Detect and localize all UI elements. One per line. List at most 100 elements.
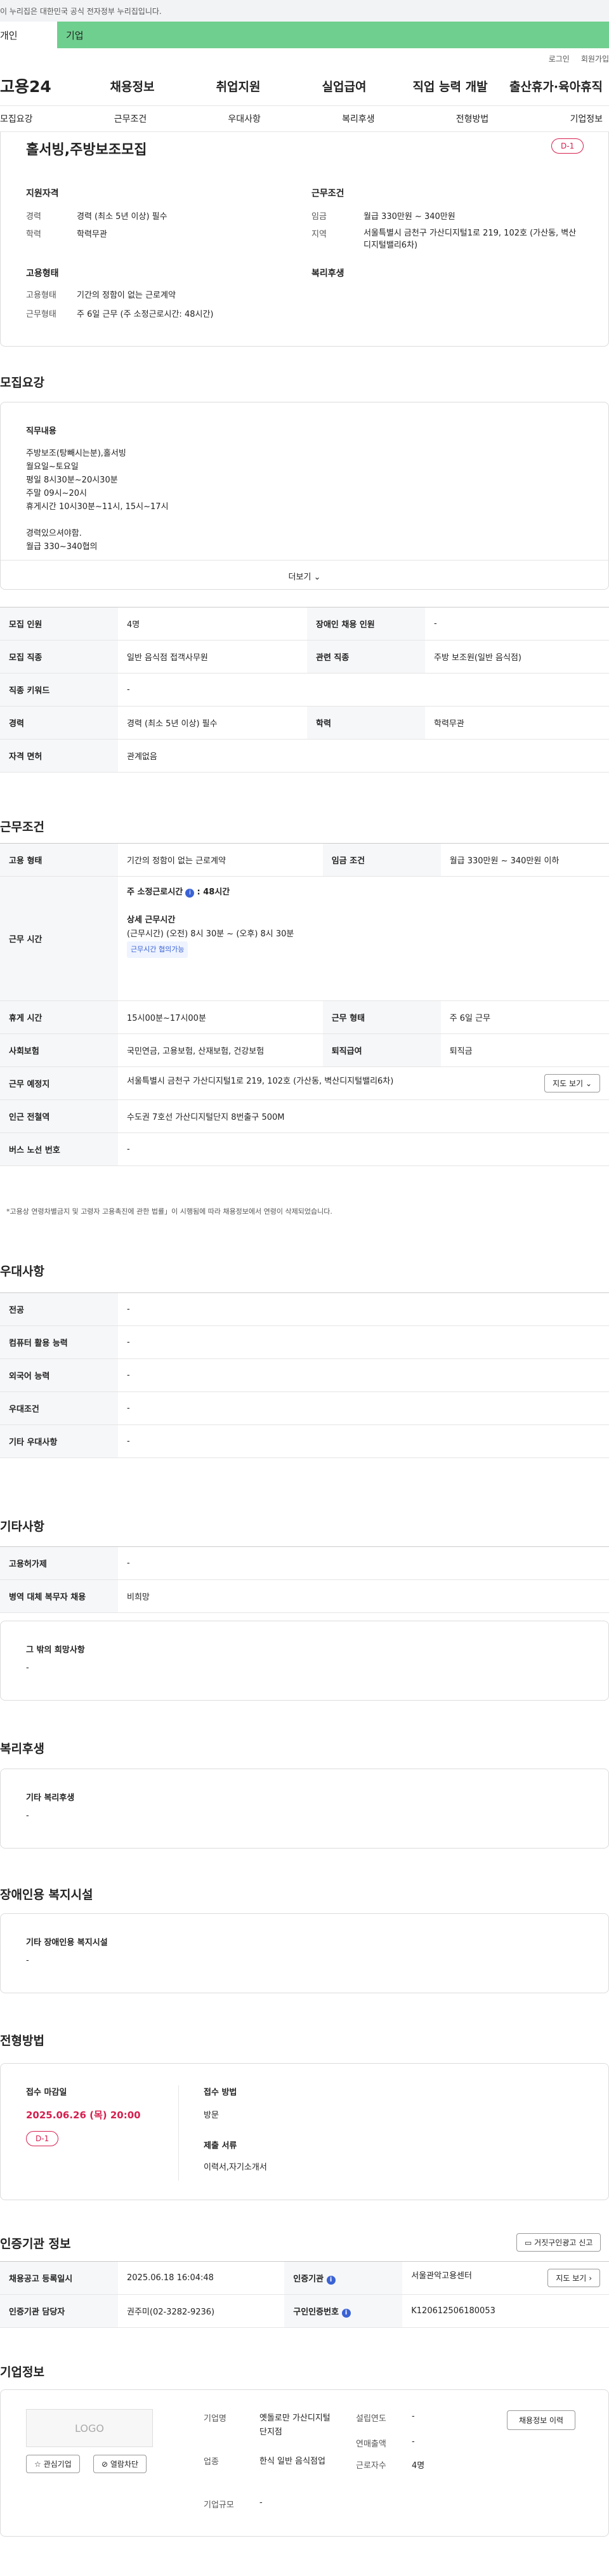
gnb-item-unemployment-benefit[interactable]: 실업급여: [291, 77, 397, 95]
gov-banner: 이 누리집은 대한민국 공식 전자정부 누리집입니다.: [0, 0, 609, 22]
welfare-card-title: 기타 복리후생: [26, 1793, 75, 1803]
tab-company[interactable]: 기업: [57, 22, 609, 48]
table-row: 고용 형태 기간의 정함이 없는 근로계약 임금 조건 월급 330만원 ~ 340만…: [0, 843, 609, 877]
logo-text: LOGO: [75, 2422, 104, 2434]
duty-lines: 주방보조(탕빼시는분),홀서빙 월요일~토요일 평일 8시30분~20시30분 …: [26, 447, 169, 554]
docs-title: 제출 서류: [204, 2141, 237, 2151]
edu-label: 학력: [26, 230, 41, 239]
duty-line: 주말 09시~20시: [26, 489, 87, 498]
duty-line: [26, 514, 169, 527]
top-tabs: 개인 기업: [0, 22, 609, 48]
disabled-card-title: 기타 장애인용 복지시설: [26, 1938, 108, 1948]
login-link[interactable]: 로그인: [549, 55, 570, 63]
info-icon[interactable]: i: [341, 2308, 351, 2318]
gnb-item-training[interactable]: 직업 능력 개발: [397, 77, 503, 95]
tab-individual[interactable]: 개인: [0, 22, 57, 48]
jobs-history-button[interactable]: 채용정보 이력: [507, 2410, 576, 2430]
emp-label: 근로자수: [356, 2461, 386, 2471]
ind-value: 한식 일반 음식점업: [259, 2457, 325, 2466]
lnb-item-selection[interactable]: 전형방법: [456, 112, 489, 125]
weekly-hours: 주 소정근로시간 i : 48시간: [127, 886, 600, 900]
duty-line: 주방보조(탕빼시는분),홀서빙: [26, 449, 126, 458]
summary-card: 홀서빙,주방보조모집 D-1 지원자격 경력 경력 (최소 5년 이상) 필수 …: [0, 132, 609, 347]
agency-table: 채용공고 등록일시 2025.06.18 16:04:48 인증기관 i 서울관악고용…: [0, 2261, 609, 2328]
block-button[interactable]: ⊘ 열람차단: [93, 2455, 147, 2473]
row-label: 전공: [0, 1292, 118, 1326]
table-row: 근무 시간 주 소정근로시간 i : 48시간 상세 근무시간 (근무시간) (…: [0, 876, 609, 1001]
recruit-heading: 모집요강: [0, 376, 44, 390]
gnb-item-jobs[interactable]: 채용정보: [79, 77, 185, 95]
work-heading: 근무조건: [0, 820, 44, 834]
table-row: 컴퓨터 활용 능력 -: [0, 1325, 609, 1359]
lnb-item-work[interactable]: 근무조건: [114, 112, 147, 125]
hope-title: 그 밖의 희망사항: [26, 1645, 85, 1655]
lnb-item-company[interactable]: 기업정보: [570, 112, 603, 125]
info-icon[interactable]: i: [326, 2275, 336, 2285]
section-nav: 모집요강 근무조건 우대사항 복리후생 전형방법 기업정보: [0, 105, 609, 132]
site-logo[interactable]: 고용24: [0, 74, 79, 97]
row-label: 인근 전철역: [0, 1099, 118, 1133]
row-value: -: [118, 1391, 609, 1425]
row-label: 고용허가제: [0, 1546, 118, 1580]
selection-card: 접수 마감일 2025.06.26 (목) 20:00 D-1 접수 방법 방문…: [0, 2063, 609, 2200]
more-label: 더보기: [288, 573, 311, 582]
fav-button[interactable]: ☆ 관심기업: [26, 2455, 80, 2473]
emptype-value: 기간의 정함이 없는 근로계약: [77, 291, 176, 300]
edu-value: 학력무관: [77, 230, 107, 239]
row-label: 근무 예정지: [0, 1066, 118, 1100]
selection-heading: 전형방법: [0, 2034, 44, 2048]
row-label: 관련 직종: [306, 640, 425, 674]
emp-value: 4명: [412, 2461, 425, 2471]
wage-label: 임금: [311, 212, 327, 222]
row-label: 근무 시간: [0, 876, 118, 1001]
row-value: -: [118, 673, 609, 707]
welfare-title: 복리후생: [311, 269, 344, 279]
row-label: 사회보험: [0, 1033, 118, 1067]
map-button[interactable]: 지도 보기 ⌄: [544, 1074, 600, 1092]
table-row: 인증기관 담당자 권주미(02-3282-9236) 구인인증번호 i K120612…: [0, 2294, 609, 2328]
table-row: 외국어 능력 -: [0, 1358, 609, 1392]
row-value: 수도권 7호선 가산디지털단지 8번출구 500M: [118, 1099, 609, 1133]
table-row: 자격 면허 관계없음: [0, 739, 609, 773]
cond-title: 근무조건: [311, 189, 344, 199]
disabled-card-value: -: [26, 1956, 29, 1965]
lnb-item-recruit[interactable]: 모집요강: [0, 112, 33, 125]
company-heading: 기업정보: [0, 2365, 44, 2379]
join-link[interactable]: 회원가입: [581, 55, 609, 63]
table-row: 모집 직종 일반 음식점 접객사무원 관련 직종 주방 보조원(일반 음식점): [0, 640, 609, 674]
row-value: -: [118, 1424, 609, 1458]
worktype-label: 근무형태: [26, 310, 56, 319]
table-row: 경력 경력 (최소 5년 이상) 필수 학력 학력무관: [0, 706, 609, 740]
row-label: 퇴직급여: [322, 1033, 441, 1067]
lnb-item-pref[interactable]: 우대사항: [228, 112, 261, 125]
more-button[interactable]: 더보기 ⌄: [1, 560, 608, 590]
table-row: 모집 인원 4명 장애인 채용 인원 -: [0, 607, 609, 641]
row-label: 경력: [0, 706, 118, 740]
map-label: 지도 보기: [553, 1079, 584, 1088]
block-icon: ⊘: [102, 2460, 108, 2469]
main-nav: 고용24 채용정보 취업지원 실업급여 직업 능력 개발 출산휴가·육아휴직: [0, 66, 609, 105]
age-note: *고용상 연령차별금지 및 고령자 고용촉진에 관한 법률」이 시행됨에 따라 …: [6, 1207, 332, 1216]
row-label: 모집 인원: [0, 607, 118, 641]
row-label: 컴퓨터 활용 능력: [0, 1325, 118, 1359]
gnb-item-leave[interactable]: 출산휴가·육아휴직: [503, 77, 609, 95]
deadline-value: 2025.06.26 (목) 20:00: [26, 2109, 141, 2121]
row-value: 경력 (최소 5년 이상) 필수: [118, 706, 307, 740]
negotiable-tag: 근무시간 협의가능: [127, 941, 188, 958]
report-button[interactable]: ▭ 거짓구인광고 신고: [516, 2233, 601, 2252]
row-label: 고용 형태: [0, 843, 118, 877]
row-value: 비희망: [118, 1579, 609, 1613]
gnb-item-employment-support[interactable]: 취업지원: [185, 77, 291, 95]
lnb-item-welfare[interactable]: 복리후생: [342, 112, 375, 125]
info-icon[interactable]: i: [185, 889, 195, 898]
agency-map-button[interactable]: 지도 보기 ›: [547, 2269, 600, 2287]
docs-value: 이력서,자기소개서: [204, 2163, 267, 2172]
area-label: 지역: [311, 230, 327, 239]
emptype-label: 고용형태: [26, 291, 56, 300]
scale-label: 기업규모: [204, 2500, 234, 2510]
dday-badge: D-1: [551, 138, 584, 154]
sales-value: -: [412, 2437, 415, 2447]
duty-card: 직무내용 주방보조(탕빼시는분),홀서빙 월요일~토요일 평일 8시30분~20…: [0, 402, 609, 590]
detail-title: 상세 근무시간: [127, 915, 176, 925]
pref-heading: 우대사항: [0, 1265, 44, 1278]
